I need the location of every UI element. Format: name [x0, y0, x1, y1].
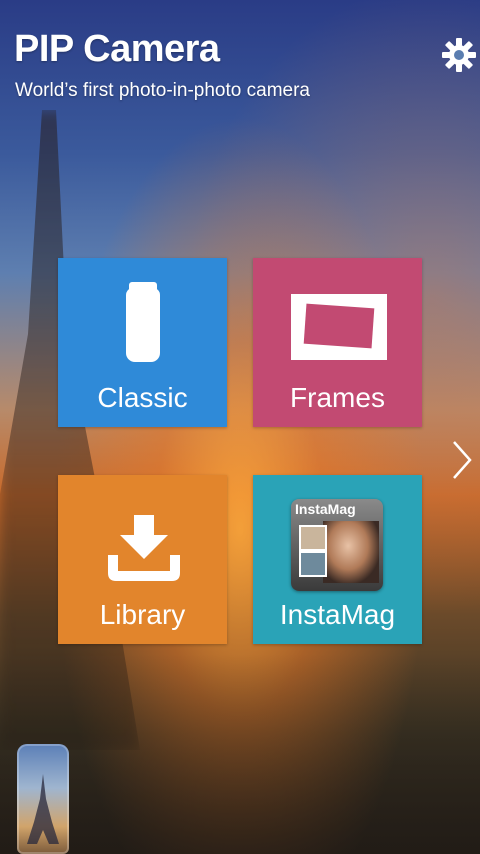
instamag-label: InstaMag	[279, 599, 396, 630]
frames-tile[interactable]: Frames	[253, 258, 422, 427]
classic-label: Classic	[97, 382, 188, 413]
library-tile[interactable]: Library	[58, 475, 227, 644]
instamag-tile[interactable]: InstaMag InstaMag	[253, 475, 422, 644]
app-subtitle: World’s first photo-in-photo camera	[15, 80, 310, 101]
instamag-thumbnail-text: InstaMag	[295, 501, 356, 517]
library-label: Library	[99, 599, 186, 630]
bottle-preview-thumbnail[interactable]	[17, 744, 69, 854]
frame-icon	[291, 294, 387, 360]
download-icon	[108, 515, 180, 581]
thumbnail-mini-photo	[299, 551, 327, 577]
thumbnail-portrait	[323, 521, 379, 583]
frames-label: Frames	[290, 382, 385, 413]
classic-tile[interactable]: Classic	[58, 258, 227, 427]
chevron-right-icon[interactable]	[450, 438, 474, 482]
app-title: PIP Camera	[14, 28, 220, 70]
background-ground	[0, 654, 480, 854]
instamag-thumbnail: InstaMag	[291, 499, 383, 591]
thumbnail-mini-photo	[299, 525, 327, 551]
settings-gear-icon[interactable]	[440, 36, 478, 74]
bottle-icon	[126, 282, 160, 362]
